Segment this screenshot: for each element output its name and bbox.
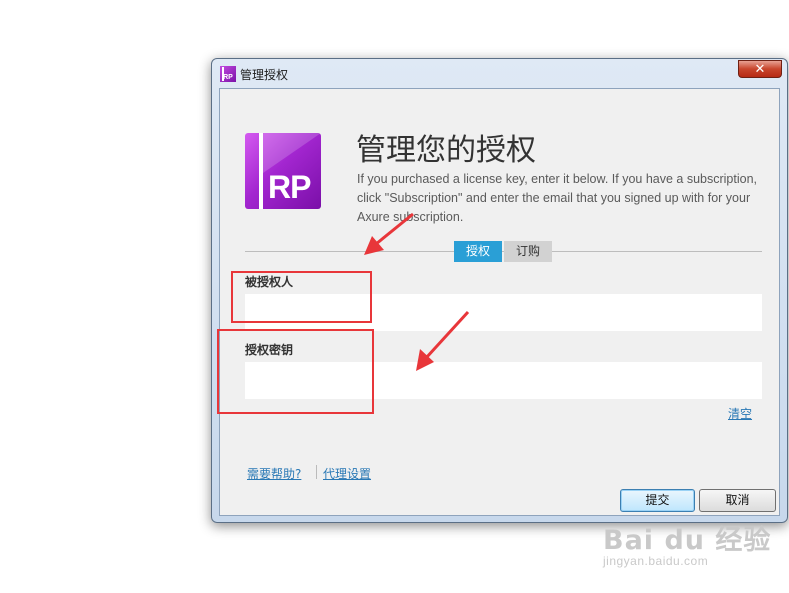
axure-app-icon: RP xyxy=(220,66,236,82)
title-bar[interactable]: RP 管理授权 ✕ xyxy=(212,59,787,87)
help-link[interactable]: 需要帮助? xyxy=(247,465,301,482)
logo-highlight xyxy=(263,133,321,173)
description-text: If you purchased a license key, enter it… xyxy=(357,172,757,224)
logo-bar xyxy=(259,133,263,209)
clear-link[interactable]: 清空 xyxy=(728,405,752,422)
axure-rp-logo-icon: RP xyxy=(245,133,321,209)
submit-button[interactable]: 提交 xyxy=(620,489,695,512)
proxy-settings-link[interactable]: 代理设置 xyxy=(323,465,371,482)
tab-license[interactable]: 授权 xyxy=(454,241,502,262)
annotation-box-license-key xyxy=(217,329,374,414)
baidu-watermark: Bai du 经验 jingyan.baidu.com xyxy=(603,518,771,568)
cancel-button[interactable]: 取消 xyxy=(699,489,776,512)
close-button[interactable]: ✕ xyxy=(738,60,782,78)
tab-subscription[interactable]: 订购 xyxy=(504,241,552,262)
annotation-box-licensee xyxy=(231,271,372,323)
watermark-main: Bai du 经验 xyxy=(603,525,772,556)
logo-text: RP xyxy=(268,169,311,205)
page-title: 管理您的授权 xyxy=(356,133,536,168)
link-separator xyxy=(316,465,317,479)
window-title: 管理授权 xyxy=(240,68,289,82)
